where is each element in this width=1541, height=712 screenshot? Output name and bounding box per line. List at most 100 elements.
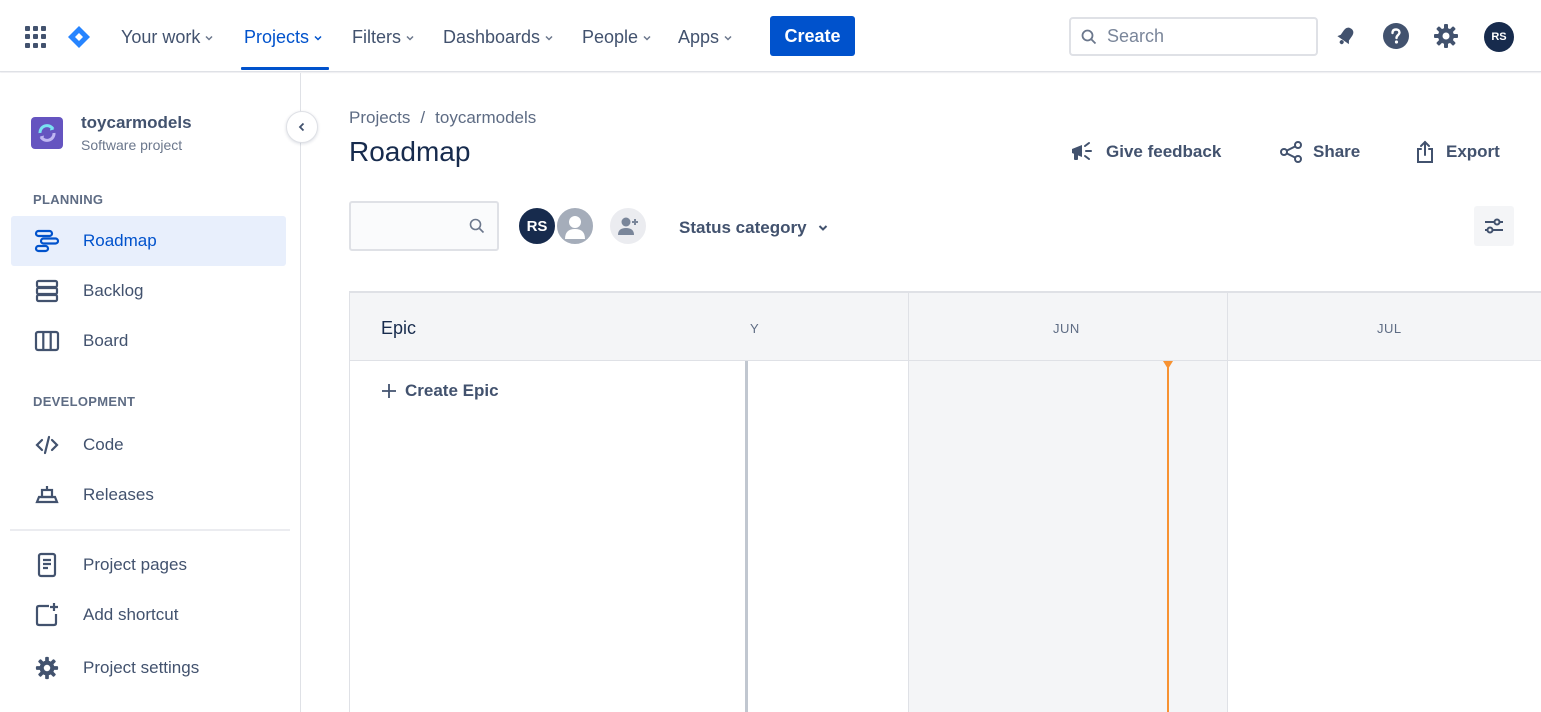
notification-icon[interactable] bbox=[1332, 22, 1360, 50]
chevron-down-icon bbox=[643, 35, 651, 41]
nav-filters[interactable]: Filters bbox=[352, 27, 415, 48]
unassigned-avatar[interactable] bbox=[555, 206, 595, 246]
nav-your-work-label: Your work bbox=[121, 27, 201, 47]
epic-column: Epic Create Epic bbox=[350, 293, 748, 712]
chevron-left-icon bbox=[298, 122, 305, 132]
sidebar-item-label: Project pages bbox=[83, 555, 187, 574]
sidebar-item-board[interactable]: Board bbox=[11, 316, 286, 366]
section-heading-development: DEVELOPMENT bbox=[33, 394, 136, 409]
nav-dashboards[interactable]: Dashboards bbox=[443, 27, 554, 48]
nav-apps[interactable]: Apps bbox=[678, 27, 733, 48]
timeline-header-jun: JUN bbox=[908, 293, 1227, 361]
sidebar-item-project-pages[interactable]: Project pages bbox=[11, 540, 286, 590]
search-field[interactable] bbox=[1069, 17, 1318, 56]
nav-people[interactable]: People bbox=[582, 27, 652, 48]
export-label: Export bbox=[1446, 142, 1500, 161]
help-icon[interactable] bbox=[1382, 22, 1410, 50]
month-label: JUL bbox=[1377, 321, 1402, 336]
nav-apps-label: Apps bbox=[678, 27, 720, 47]
page-title: Roadmap bbox=[349, 136, 471, 167]
sidebar-item-project-settings[interactable]: Project settings bbox=[11, 643, 286, 693]
create-epic-label: Create Epic bbox=[405, 381, 499, 400]
project-pages-icon bbox=[33, 551, 61, 579]
megaphone-icon bbox=[1072, 142, 1092, 160]
nav-dashboards-label: Dashboards bbox=[443, 27, 541, 47]
collapse-sidebar-button[interactable] bbox=[286, 111, 318, 143]
export-button[interactable]: Export bbox=[1414, 140, 1500, 164]
sidebar-item-label: Board bbox=[83, 331, 129, 350]
status-category-filter[interactable]: Status category bbox=[679, 218, 829, 238]
nav-projects[interactable]: Projects bbox=[244, 27, 323, 48]
breadcrumb: Projects / toycarmodels bbox=[349, 108, 536, 128]
timeline-column bbox=[748, 361, 908, 712]
timeline-column bbox=[1227, 361, 1541, 712]
chevron-down-icon bbox=[818, 225, 827, 231]
sidebar-item-label: Code bbox=[83, 435, 124, 454]
sidebar-item-code[interactable]: Code bbox=[11, 420, 286, 470]
nav-projects-label: Projects bbox=[244, 27, 310, 47]
breadcrumb-projects[interactable]: Projects bbox=[349, 108, 410, 128]
status-category-label: Status category bbox=[679, 218, 807, 237]
sidebar-item-label: Backlog bbox=[83, 281, 144, 300]
chevron-down-icon bbox=[406, 35, 414, 41]
chevron-down-icon bbox=[545, 35, 553, 41]
create-epic-button[interactable]: Create Epic bbox=[381, 381, 499, 401]
timeline-header-jul: JUL bbox=[1227, 293, 1541, 361]
month-label: JUN bbox=[1053, 321, 1080, 336]
timeline-header-may: Y bbox=[748, 293, 908, 361]
give-feedback-button[interactable]: Give feedback bbox=[1070, 140, 1221, 164]
today-marker bbox=[1167, 361, 1169, 712]
nav-your-work[interactable]: Your work bbox=[121, 27, 214, 48]
sidebar-item-label: Roadmap bbox=[83, 231, 157, 250]
search-icon bbox=[1081, 29, 1097, 44]
settings-icon[interactable] bbox=[1432, 22, 1460, 50]
add-person-icon bbox=[618, 217, 638, 235]
sidebar-item-label: Add shortcut bbox=[83, 605, 179, 624]
today-marker-tip bbox=[1163, 361, 1173, 369]
chevron-down-icon bbox=[205, 35, 213, 41]
add-shortcut-icon bbox=[33, 601, 61, 629]
export-icon bbox=[1417, 140, 1433, 163]
app-switcher-icon[interactable] bbox=[25, 26, 47, 48]
give-feedback-label: Give feedback bbox=[1106, 142, 1222, 161]
epic-header-label: Epic bbox=[381, 318, 417, 338]
nav-people-label: People bbox=[582, 27, 639, 47]
nav-filters-label: Filters bbox=[352, 27, 401, 47]
create-button[interactable]: Create bbox=[770, 16, 855, 56]
sidebar-item-releases[interactable]: Releases bbox=[11, 470, 286, 520]
sidebar-item-label: Project settings bbox=[83, 658, 200, 677]
releases-icon bbox=[33, 481, 61, 509]
user-avatar[interactable]: RS bbox=[1484, 22, 1514, 52]
sidebar-divider bbox=[10, 529, 290, 531]
sidebar-item-backlog[interactable]: Backlog bbox=[11, 266, 286, 316]
chevron-down-icon bbox=[724, 35, 732, 41]
board-icon bbox=[33, 327, 61, 355]
month-divider bbox=[1227, 293, 1228, 712]
sidebar-item-add-shortcut[interactable]: Add shortcut bbox=[11, 590, 286, 640]
project-settings-icon bbox=[33, 654, 61, 682]
breadcrumb-separator: / bbox=[420, 108, 426, 127]
chevron-down-icon bbox=[314, 35, 322, 41]
section-heading-planning: PLANNING bbox=[33, 192, 104, 207]
add-people-button[interactable] bbox=[608, 206, 648, 246]
project-avatar-icon bbox=[31, 117, 63, 149]
assignee-avatar[interactable]: RS bbox=[517, 206, 557, 246]
breadcrumb-project[interactable]: toycarmodels bbox=[435, 108, 536, 128]
sliders-icon bbox=[1485, 218, 1503, 234]
view-settings-button[interactable] bbox=[1474, 206, 1514, 246]
share-button[interactable]: Share bbox=[1279, 140, 1360, 164]
timeline-column-current bbox=[908, 361, 1227, 712]
project-type: Software project bbox=[81, 137, 183, 153]
roadmap-icon bbox=[33, 227, 61, 255]
sidebar-item-roadmap[interactable]: Roadmap bbox=[11, 216, 286, 266]
backlog-icon bbox=[33, 277, 61, 305]
search-icon bbox=[469, 218, 485, 234]
roadmap-search-input[interactable] bbox=[349, 201, 499, 251]
project-sidebar: toycarmodels Software project PLANNING R… bbox=[0, 73, 318, 712]
top-navigation: Your work Projects Filters Dashboards Pe… bbox=[0, 0, 1541, 72]
nav-active-indicator bbox=[241, 67, 329, 70]
share-label: Share bbox=[1313, 142, 1361, 161]
plus-icon bbox=[382, 384, 396, 398]
jira-logo-icon[interactable] bbox=[67, 25, 91, 49]
search-input[interactable] bbox=[1107, 26, 1297, 47]
